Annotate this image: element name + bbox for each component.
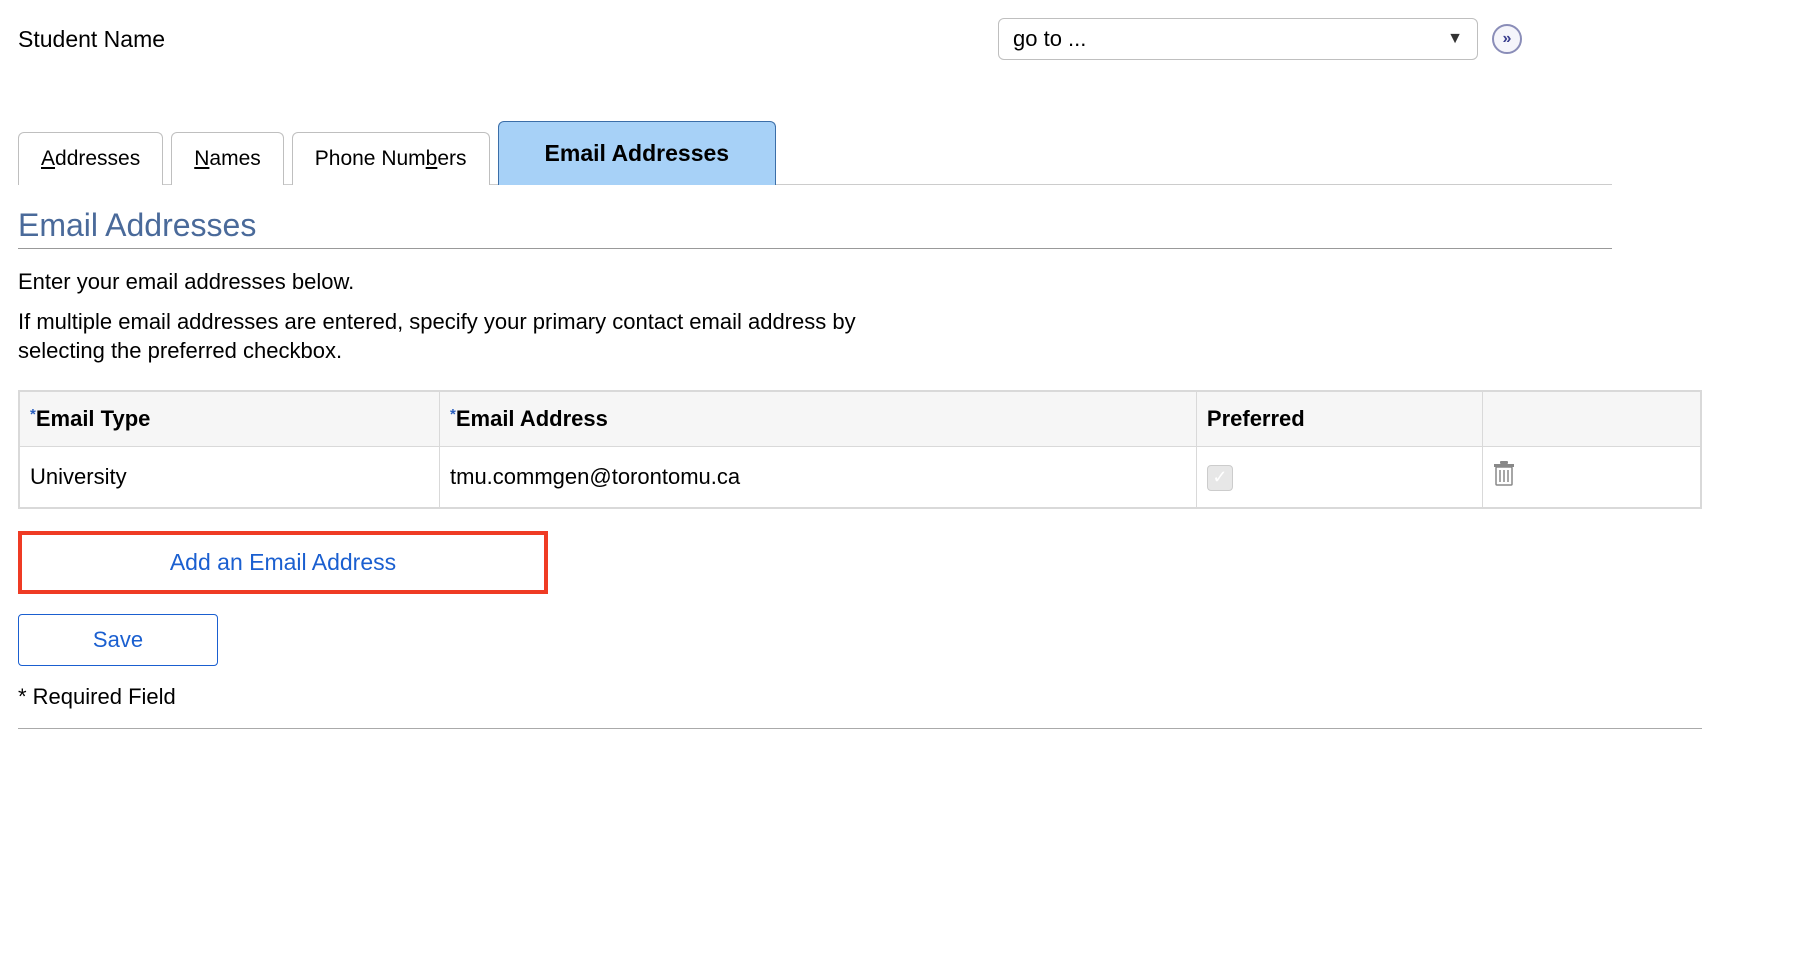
intro-text-2: If multiple email addresses are entered,… (18, 307, 918, 366)
student-name-label: Student Name (18, 18, 165, 53)
required-field-note: * Required Field (18, 684, 1782, 710)
table-row: University tmu.commgen@torontomu.ca ✓ (19, 447, 1701, 509)
checkmark-icon: ✓ (1212, 467, 1227, 488)
trash-icon (1493, 461, 1515, 487)
add-email-address-button[interactable]: Add an Email Address (18, 531, 548, 594)
double-chevron-right-icon: » (1503, 30, 1512, 48)
chevron-down-icon: ▼ (1447, 30, 1463, 48)
goto-select-value: go to ... (1013, 26, 1086, 52)
preferred-checkbox[interactable]: ✓ (1207, 465, 1233, 491)
cell-email-address: tmu.commgen@torontomu.ca (440, 447, 1197, 509)
col-header-email-type: *Email Type (19, 391, 440, 447)
go-button[interactable]: » (1492, 24, 1522, 54)
tab-addresses[interactable]: Addresses (18, 132, 163, 185)
tab-bar: Addresses Names Phone Numbers Email Addr… (18, 120, 1612, 185)
bottom-divider (18, 728, 1702, 729)
col-header-preferred: Preferred (1196, 391, 1482, 447)
goto-select[interactable]: go to ... ▼ (998, 18, 1478, 60)
tab-phone-numbers[interactable]: Phone Numbers (292, 132, 490, 185)
tab-email-addresses[interactable]: Email Addresses (498, 121, 777, 185)
col-header-email-address: *Email Address (440, 391, 1197, 447)
page-title: Email Addresses (18, 207, 1782, 244)
email-table: *Email Type *Email Address Preferred Uni… (18, 390, 1702, 509)
delete-row-button[interactable] (1493, 461, 1515, 493)
tab-names[interactable]: Names (171, 132, 284, 185)
save-button[interactable]: Save (18, 614, 218, 666)
cell-email-type: University (19, 447, 440, 509)
col-header-actions (1482, 391, 1701, 447)
intro-text-1: Enter your email addresses below. (18, 267, 918, 297)
title-divider (18, 248, 1612, 249)
